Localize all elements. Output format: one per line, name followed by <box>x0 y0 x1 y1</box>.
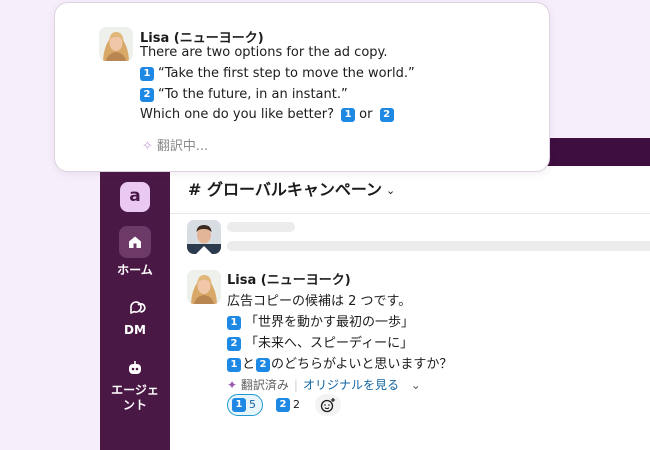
keycap-1-icon: 1 <box>227 358 241 372</box>
dm-icon <box>119 298 151 320</box>
rail-label-home: ホーム <box>117 263 153 277</box>
message-question-mid: と <box>242 357 256 372</box>
chevron-down-icon[interactable]: ⌄ <box>411 378 421 392</box>
message-option-2: 2 「未来へ、スピーディーに」 <box>227 332 413 351</box>
rail-label-dm: DM <box>124 323 146 337</box>
card-question-text: Which one do you like better? <box>140 107 335 122</box>
rail-item-home[interactable]: ホーム <box>100 226 170 278</box>
reaction-count: 2 <box>293 398 300 411</box>
channel-pane: # グローバルキャンペーン ⌄ Lisa (ニューヨーク) 広告コピーの候補は … <box>170 166 650 450</box>
keycap-2-icon: 2 <box>227 337 241 351</box>
keycap-2-icon: 2 <box>276 398 290 412</box>
avatar[interactable] <box>187 270 221 304</box>
divider: | <box>293 378 298 392</box>
translation-status-row: ✦ 翻訳済み | オリジナルを見る ⌄ <box>227 376 421 393</box>
translation-card: Lisa (ニューヨーク) There are two options for … <box>54 2 550 172</box>
translating-label: 翻訳中... <box>156 139 209 154</box>
translated-label: 翻訳済み <box>240 378 289 392</box>
card-author[interactable]: Lisa (ニューヨーク) <box>140 27 264 46</box>
chevron-down-icon: ⌄ <box>386 184 396 197</box>
skeleton-line <box>227 241 650 251</box>
message-question: 1 と 2 のどちらがよいと思いますか？ <box>227 353 452 372</box>
keycap-1-icon: 1 <box>140 67 154 81</box>
keycap-2-icon: 2 <box>256 358 271 372</box>
card-option-2: 2 “To the future, in an instant.” <box>140 87 348 102</box>
home-icon <box>119 226 151 258</box>
card-option-1: 1 “Take the first step to move the world.… <box>140 66 415 81</box>
rail-item-agents[interactable]: エージェント <box>100 358 170 413</box>
message-author[interactable]: Lisa (ニューヨーク) <box>227 269 351 288</box>
add-reaction-icon <box>320 398 335 413</box>
add-reaction-button[interactable] <box>315 394 341 416</box>
message-option-1: 1 「世界を動かす最初の一歩」 <box>227 311 414 330</box>
sparkle-icon: ✧ <box>142 139 153 154</box>
agent-icon <box>119 358 151 380</box>
avatar[interactable] <box>99 27 133 61</box>
keycap-2-icon: 2 <box>379 108 394 122</box>
card-question: Which one do you like better? 1 or 2 <box>140 107 398 122</box>
channel-title: # グローバルキャンペーン <box>188 180 383 199</box>
card-question-or: or <box>359 107 373 122</box>
keycap-1-icon: 1 <box>341 108 356 122</box>
message-question-suffix: のどちらがよいと思いますか？ <box>271 357 453 372</box>
channel-header[interactable]: # グローバルキャンペーン ⌄ <box>170 166 650 214</box>
card-intro: There are two options for the ad copy. <box>140 45 388 60</box>
reaction-count: 5 <box>249 398 256 411</box>
show-original-link[interactable]: オリジナルを見る <box>303 378 399 392</box>
workspace-icon[interactable]: a <box>120 182 150 212</box>
reaction-keycap-2[interactable]: 22 <box>271 394 307 416</box>
message-intro: 広告コピーの候補は 2 つです。 <box>227 294 412 309</box>
reaction-keycap-1[interactable]: 15 <box>227 394 263 416</box>
sparkle-icon: ✦ <box>227 378 238 392</box>
rail-label-agents: エージェント <box>111 383 159 412</box>
app-window: a ホーム DM エージェント # グローバルキャンペーン ⌄ Lisa (ニュ… <box>100 138 650 450</box>
card-option-2-text: “To the future, in an instant.” <box>158 87 348 102</box>
avatar[interactable] <box>187 220 221 254</box>
keycap-1-icon: 1 <box>232 398 246 412</box>
rail-item-dm[interactable]: DM <box>100 298 170 338</box>
keycap-1-icon: 1 <box>227 316 241 330</box>
message-option-1-text: 「世界を動かす最初の一歩」 <box>245 315 415 330</box>
workspace-rail: a ホーム DM エージェント <box>100 166 170 450</box>
message-option-2-text: 「未来へ、スピーディーに」 <box>245 336 414 351</box>
card-option-1-text: “Take the first step to move the world.” <box>158 66 415 81</box>
skeleton-line <box>227 222 295 232</box>
keycap-2-icon: 2 <box>140 88 154 102</box>
translating-status: ✧ 翻訳中... <box>142 135 208 154</box>
